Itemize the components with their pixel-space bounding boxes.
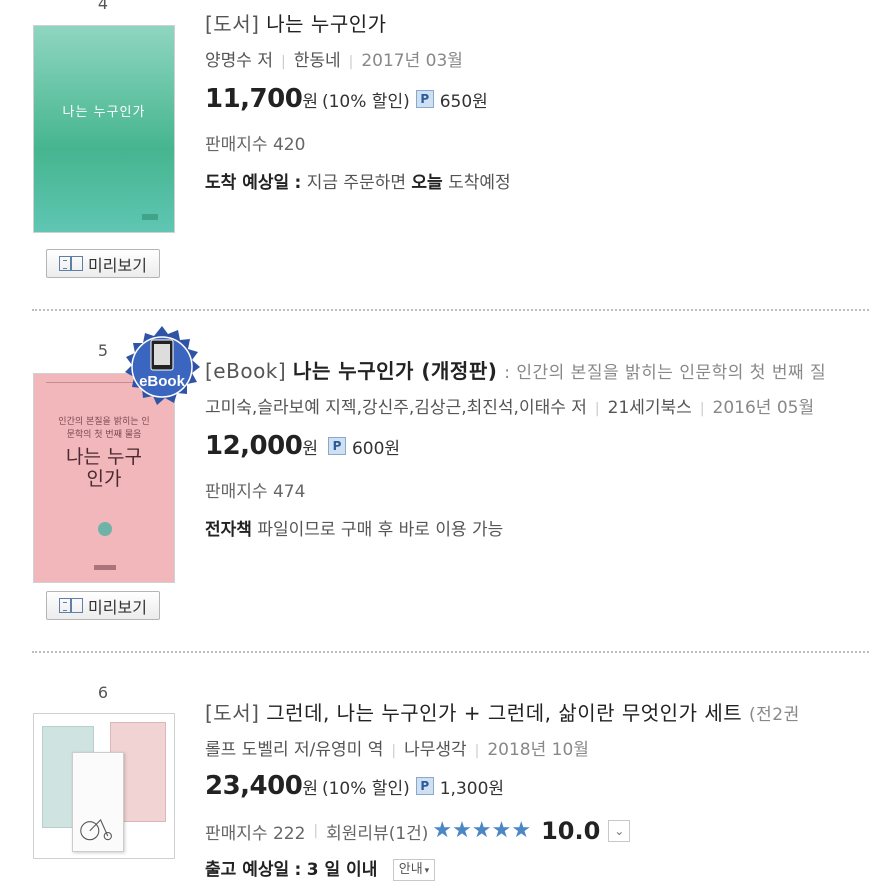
guide-button[interactable]: 안내 ▾ — [392, 859, 436, 881]
price: 11,700 — [205, 84, 303, 114]
preview-label: 미리보기 — [88, 597, 147, 617]
shipping-colon: : — [294, 860, 302, 880]
price-row: 23,400 원 (10% 할인) P 1,300원 — [205, 771, 504, 801]
publisher[interactable]: 나무생각 — [404, 740, 467, 760]
price-unit: 원 — [302, 778, 318, 799]
preview-button[interactable]: 미리보기 — [46, 249, 160, 278]
bicycle-illustration — [80, 818, 112, 841]
book-open-icon — [59, 256, 84, 271]
star-icon: ★ — [511, 818, 532, 843]
sales-text: 판매지수 420 — [205, 135, 306, 155]
price-row: 12,000 원 P 600원 — [205, 431, 400, 461]
delivery-suffix: 도착예정 — [448, 173, 511, 193]
points: 600원 — [351, 438, 401, 459]
rating-score: 10.0 — [541, 817, 601, 845]
price-unit: 원 — [302, 438, 318, 459]
star-icon: ★ — [491, 818, 512, 843]
shipping-info: 출고 예상일 : 3 일 이내 안내 ▾ — [205, 855, 436, 881]
points: 650원 — [439, 91, 488, 112]
title-text[interactable]: 나는 누구인가 (개정판) — [293, 359, 497, 383]
sales-text: 판매지수 474 — [205, 482, 306, 502]
title-text[interactable]: 그런데, 나는 누구인가 + 그런데, 삶이란 무엇인가 세트 — [266, 701, 742, 725]
rating-detail-button[interactable]: ⌄ — [608, 820, 631, 842]
author[interactable]: 롤프 도벨리 저/유영미 역 — [205, 740, 383, 760]
delivery-day: 오늘 — [411, 173, 443, 193]
discount: (10% 할인) — [321, 91, 410, 112]
rank-number: 4 — [97, 0, 109, 13]
ebook-info-text: 파일이므로 구매 후 바로 이용 가능 — [257, 520, 504, 540]
ebook-info-label: 전자책 — [205, 520, 252, 540]
cover-subtitle: 인간의 본질을 밝히는 인문학의 첫 번째 물음 — [58, 417, 150, 440]
list-item: 5 인간의 본질을 밝히는 인문학의 첫 번째 물음 나는 누구인가 eBook… — [0, 326, 869, 650]
cover-title: 나는 누구인가 — [66, 446, 142, 490]
chevron-down-icon: ⌄ — [614, 824, 625, 838]
book-cover[interactable]: 나는 누구인가 — [33, 25, 175, 233]
book-cover[interactable] — [33, 713, 175, 859]
shipping-value: 3 일 이내 — [306, 860, 378, 880]
book-meta: 양명수 저 | 한동네 | 2017년 03월 — [205, 51, 463, 71]
category-label: [도서] — [205, 12, 260, 36]
book-meta: 롤프 도벨리 저/유영미 역 | 나무생각 | 2018년 10월 — [205, 740, 589, 760]
ebook-device-screen — [154, 344, 170, 365]
publisher[interactable]: 한동네 — [294, 51, 341, 71]
shipping-label: 출고 예상일 — [205, 860, 290, 880]
delivery-colon: : — [294, 173, 302, 193]
list-item: 6 [도서] 그런데, 나는 누구인가 + 그런데, 삶이란 무엇인가 세트 (… — [0, 672, 869, 890]
divider — [32, 651, 869, 653]
star-icon: ★ — [432, 818, 453, 843]
pub-date: 2016년 05월 — [712, 398, 815, 418]
price: 12,000 — [205, 431, 303, 461]
guide-label: 안내 — [398, 862, 423, 877]
rating-stars: ★ ★ ★ ★ ★ — [432, 820, 531, 842]
pub-date: 2018년 10월 — [487, 740, 589, 760]
book-title[interactable]: [도서] 나는 누구인가 — [205, 8, 387, 37]
category-label: [eBook] — [205, 359, 287, 383]
cover-publisher-mark — [94, 565, 116, 570]
book-meta: 고미숙,슬라보예 지젝,강신주,김상근,최진석,이태수 저 | 21세기북스 | 201… — [205, 398, 815, 418]
ebook-badge-label: eBook — [139, 373, 186, 390]
divider — [32, 309, 869, 311]
price: 23,400 — [205, 771, 303, 801]
sales-index: 판매지수 420 — [205, 130, 305, 155]
book-title[interactable]: [도서] 그런데, 나는 누구인가 + 그런데, 삶이란 무엇인가 세트 (전2… — [205, 697, 800, 726]
author[interactable]: 고미숙,슬라보예 지젝,강신주,김상근,최진석,이태수 저 — [205, 398, 587, 418]
delivery-info: 도착 예상일 : 지금 주문하면 오늘 도착예정 — [205, 168, 511, 193]
point-icon: P — [327, 437, 346, 455]
preview-button[interactable]: 미리보기 — [46, 591, 160, 620]
delivery-text: 지금 주문하면 — [306, 173, 406, 193]
cover-title: 나는 누구인가 — [62, 105, 146, 120]
book-open-icon — [59, 598, 84, 613]
star-icon: ★ — [471, 818, 492, 843]
category-label: [도서] — [205, 701, 260, 725]
ebook-badge: eBook — [125, 326, 200, 405]
point-icon: P — [415, 777, 434, 795]
preview-label: 미리보기 — [88, 255, 147, 275]
title-text[interactable]: 나는 누구인가 — [266, 12, 386, 36]
sales-text: 판매지수 222 — [205, 823, 306, 844]
subtitle-text: : 인간의 본질을 밝히는 인문학의 첫 번째 질 — [504, 363, 827, 383]
review-count[interactable]: 회원리뷰(1건) — [326, 819, 428, 844]
author[interactable]: 양명수 저 — [205, 51, 273, 71]
price-row: 11,700 원 (10% 할인) P 650원 — [205, 84, 488, 114]
star-icon: ★ — [452, 818, 472, 843]
sales-index: 판매지수 474 — [205, 477, 305, 502]
caret-down-icon: ▾ — [424, 866, 430, 876]
delivery-label: 도착 예상일 — [205, 173, 290, 193]
rank-number: 6 — [97, 683, 109, 702]
ebook-info: 전자책 파일이므로 구매 후 바로 이용 가능 — [205, 515, 503, 540]
point-icon: P — [415, 90, 434, 108]
list-item: 4 나는 누구인가 미리보기 [도서] 나는 누구인가 양명수 저 | 한동네 | 20… — [0, 0, 869, 310]
rank-number: 5 — [97, 341, 109, 360]
sales-index: 판매지수 222 | 회원리뷰(1건) ★ ★ ★ ★ ★ 10.0 ⌄ — [205, 817, 631, 845]
cover-publisher-mark — [142, 214, 158, 220]
discount: (10% 할인) — [321, 778, 410, 799]
pub-date: 2017년 03월 — [361, 51, 463, 71]
subtitle-text: (전2권 — [749, 705, 800, 725]
publisher[interactable]: 21세기북스 — [608, 398, 692, 418]
book-title[interactable]: [eBook] 나는 누구인가 (개정판) : 인간의 본질을 밝히는 인문학의… — [205, 355, 826, 384]
cover-seal — [98, 522, 112, 536]
price-unit: 원 — [302, 91, 318, 112]
points: 1,300원 — [439, 778, 505, 799]
